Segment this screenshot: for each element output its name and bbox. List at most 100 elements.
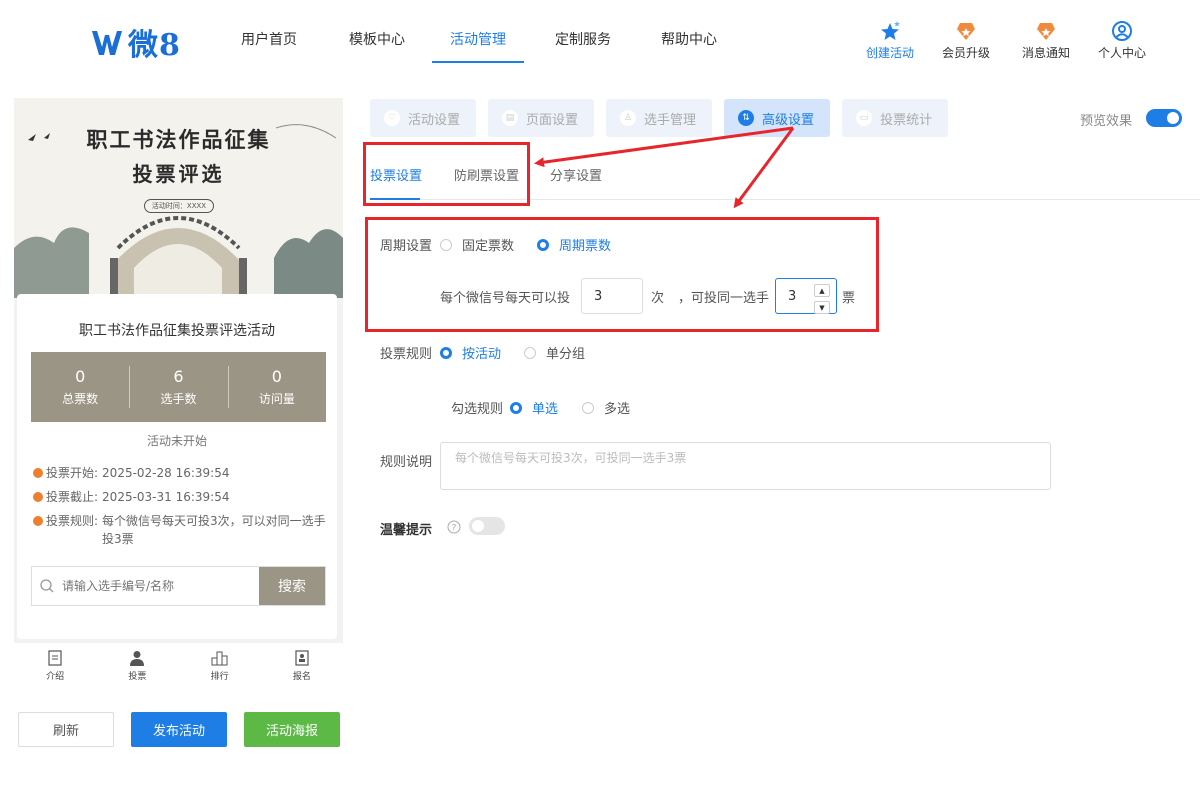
radio-circle [440, 346, 452, 359]
stats-icon: ▭ [856, 110, 873, 126]
radio-circle [510, 401, 522, 414]
activity-title: 职工书法作品征集投票评选活动 [79, 323, 275, 339]
page-icon: ▤ [502, 110, 519, 126]
radio-circle [582, 401, 594, 414]
banner-title-line1: 职工书法作品征集 [86, 127, 271, 152]
stepper-up-icon[interactable]: ▲ [814, 284, 830, 297]
bullet-dot-icon [33, 516, 43, 526]
document-icon [48, 649, 62, 666]
same-player-value: 3 [788, 288, 797, 304]
search-input[interactable] [62, 579, 242, 593]
radio-label: 单选 [532, 402, 559, 417]
logo-text: 微8 [128, 28, 181, 63]
tabbar-signup[interactable]: 报名 [261, 643, 343, 688]
heart-icon: ♡ [384, 110, 400, 126]
rule-desc-textarea[interactable]: 每个微信号每天可投3次，可投同一选手3票 [440, 442, 1051, 490]
top-header: 微8 用户首页 模板中心 活动管理 定制服务 帮助中心 创建活动 会员升级 消息… [0, 0, 1200, 80]
tab-label: 高级设置 [762, 112, 815, 128]
vote-rule-label: 投票规则 [380, 347, 433, 362]
messages-label: 消息通知 [1022, 46, 1071, 60]
ranking-icon [211, 651, 228, 665]
logo-w-icon [92, 31, 122, 55]
tab-label: 页面设置 [526, 112, 579, 128]
tab-label: 投票统计 [880, 112, 933, 128]
user-center-label: 个人中心 [1098, 46, 1147, 60]
activity-poster-button[interactable]: 活动海报 [244, 712, 340, 747]
radio-cycle-votes[interactable]: 周期票数 [537, 235, 611, 254]
help-icon[interactable]: ? [447, 520, 461, 534]
people-icon: ♙ [620, 110, 637, 126]
tab-advanced-settings[interactable]: ⇅ 高级设置 [724, 99, 831, 137]
brand-logo[interactable]: 微8 [90, 20, 181, 64]
same-player-stepper[interactable]: 3 ▲ ▼ [775, 278, 837, 314]
messages-link[interactable]: 消息通知 [1022, 20, 1070, 61]
per-day-unit: 次 [651, 291, 665, 306]
star-icon [879, 20, 901, 42]
same-player-label: ，可投同一选手 [678, 291, 770, 306]
tabbar-label: 投票 [128, 671, 147, 682]
preview-effect-toggle[interactable] [1146, 109, 1182, 127]
tab-player-manage[interactable]: ♙ 选手管理 [606, 99, 713, 137]
nav-item-home[interactable]: 用户首页 [216, 0, 322, 80]
search-button[interactable]: 搜索 [259, 567, 325, 605]
badge-icon [955, 20, 977, 42]
settings-tabs: ♡ 活动设置 ▤ 页面设置 ♙ 选手管理 ⇅ 高级设置 ▭ 投票统计 [370, 99, 949, 137]
stat-value: 0 [75, 367, 86, 386]
nav-item-help[interactable]: 帮助中心 [642, 0, 736, 80]
stepper-down-icon[interactable]: ▼ [814, 301, 830, 314]
tab-activity-settings[interactable]: ♡ 活动设置 [370, 99, 477, 137]
info-value: 2025-03-31 16:39:54 [102, 490, 230, 504]
per-day-label: 每个微信号每天可以投 [440, 291, 571, 306]
banner-title-line2: 投票评选 [132, 162, 225, 186]
info-label: 投票开始: [46, 466, 99, 480]
stat-label: 选手数 [160, 392, 197, 406]
bullet-dot-icon [33, 468, 43, 478]
radio-by-activity[interactable]: 按活动 [440, 343, 501, 362]
info-label: 投票截止: [46, 490, 99, 504]
user-center-link[interactable]: 个人中心 [1098, 20, 1146, 61]
tabbar-vote[interactable]: 投票 [96, 643, 178, 688]
radio-fixed-votes[interactable]: 固定票数 [440, 235, 514, 254]
nav-item-templates[interactable]: 模板中心 [322, 0, 432, 80]
stat-value: 0 [271, 367, 282, 386]
search-field-wrap [32, 567, 259, 605]
tabbar-intro[interactable]: 介绍 [14, 643, 96, 688]
tab-page-settings[interactable]: ▤ 页面设置 [488, 99, 595, 137]
stat-label: 总票数 [62, 392, 99, 406]
publish-activity-button[interactable]: 发布活动 [131, 712, 227, 747]
tip-toggle[interactable] [469, 517, 505, 535]
svg-text:?: ? [452, 524, 457, 534]
nav-item-activity-manage[interactable]: 活动管理 [432, 0, 524, 80]
subtab-share-settings[interactable]: 分享设置 [550, 165, 602, 184]
radio-circle [524, 346, 536, 359]
stat-players: 6 选手数 [129, 352, 227, 422]
radio-multi-select[interactable]: 多选 [582, 398, 630, 417]
nav-item-custom-service[interactable]: 定制服务 [524, 0, 642, 80]
annotation-box-subtabs [363, 142, 530, 206]
same-player-unit: 票 [842, 291, 856, 306]
tab-vote-stats[interactable]: ▭ 投票统计 [842, 99, 949, 137]
stats-bar: 0 总票数 6 选手数 0 访问量 [31, 352, 326, 422]
radio-circle [537, 238, 549, 251]
radio-label: 周期票数 [559, 239, 612, 254]
info-rule: 投票规则: 每个微信号每天可投3次，可以对同一选手投3票 [33, 512, 328, 548]
per-day-count-input[interactable]: 3 [581, 278, 643, 314]
info-end: 投票截止: 2025-03-31 16:39:54 [33, 488, 328, 506]
radio-single-group[interactable]: 单分组 [524, 343, 585, 362]
refresh-button[interactable]: 刷新 [18, 712, 114, 747]
radio-label: 按活动 [462, 347, 502, 362]
mobile-preview: 职工书法作品征集 投票评选 活动时间：XXXX 职工书法作品征集投票评选活动 0… [14, 98, 343, 688]
info-label: 投票规则: [46, 514, 99, 528]
search-icon [40, 579, 54, 593]
bullet-dot-icon [33, 492, 43, 502]
bell-badge-icon [1035, 20, 1057, 42]
tabbar-label: 介绍 [46, 671, 65, 682]
stat-visits: 0 访问量 [227, 352, 326, 422]
signup-icon [295, 649, 309, 666]
radio-label: 多选 [604, 402, 631, 417]
info-value: 2025-02-28 16:39:54 [102, 466, 230, 480]
tabbar-ranking[interactable]: 排行 [179, 643, 261, 688]
create-activity-link[interactable]: 创建活动 [866, 20, 914, 61]
radio-single-select[interactable]: 单选 [510, 398, 558, 417]
member-upgrade-link[interactable]: 会员升级 [942, 20, 990, 61]
